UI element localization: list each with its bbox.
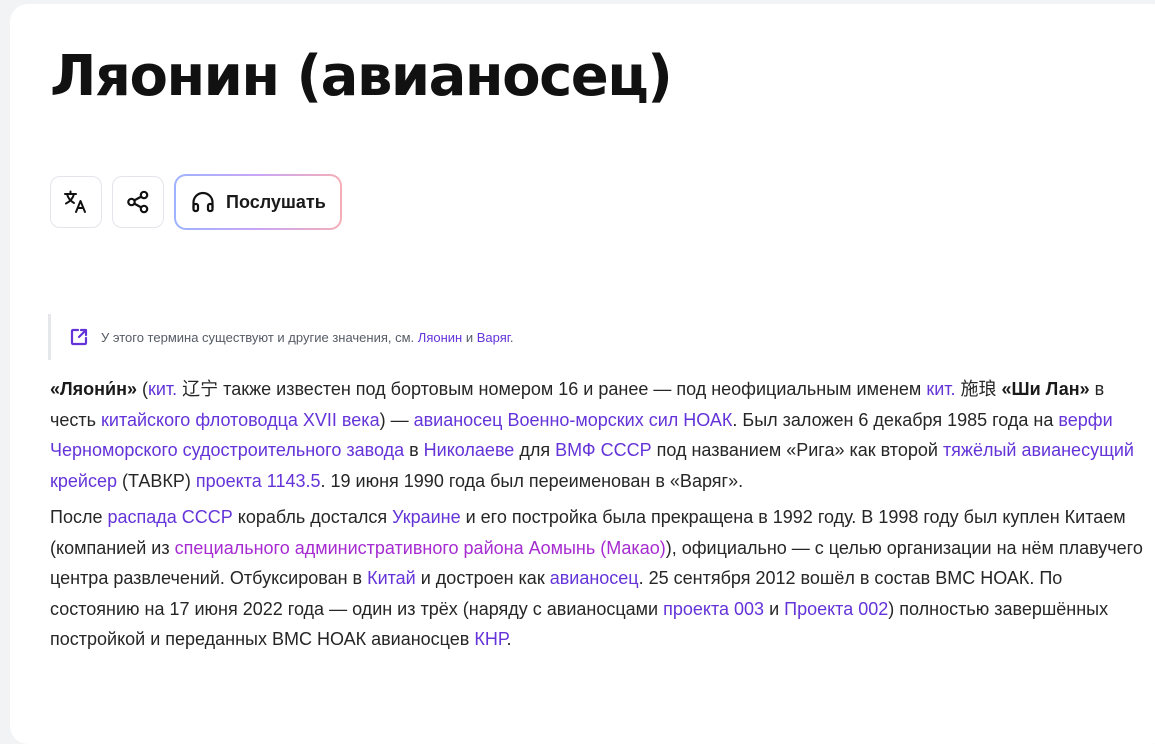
- link-ukraine[interactable]: Украине: [392, 507, 461, 527]
- listen-button[interactable]: Послушать: [176, 176, 340, 228]
- page-title: Ляонин (авианосец): [50, 44, 673, 109]
- link-carrier-plan[interactable]: авианосец Военно-морских сил НОАК: [414, 410, 733, 430]
- listen-label: Послушать: [226, 191, 326, 212]
- link-china[interactable]: Китай: [367, 568, 416, 588]
- link-prc[interactable]: КНР: [474, 629, 506, 649]
- article-body: «Ляони́н» (кит. 辽宁 также известен под бо…: [50, 374, 1150, 661]
- share-icon: [125, 189, 151, 215]
- notice-link-liaoning[interactable]: Ляонин: [418, 330, 462, 345]
- paragraph-history: После распада СССР корабль достался Укра…: [50, 507, 1143, 649]
- link-macau[interactable]: специального административного района Ао…: [175, 538, 666, 558]
- link-project-002[interactable]: Проекта 002: [784, 599, 888, 619]
- translate-button[interactable]: [50, 176, 102, 228]
- bold-name: «Ляони́н»: [50, 379, 137, 399]
- article-card: Ляонин (авианосец) Послушать У этого тер…: [10, 4, 1155, 744]
- share-button[interactable]: [112, 176, 164, 228]
- link-chinese-2[interactable]: кит.: [926, 379, 955, 399]
- listen-button-border: Послушать: [174, 174, 342, 230]
- bold-shi-lang: «Ши Лан»: [1001, 379, 1090, 399]
- paragraph-intro: «Ляони́н» (кит. 辽宁 также известен под бо…: [50, 379, 1134, 491]
- external-link-icon: [69, 327, 89, 347]
- link-nikolaev[interactable]: Николаеве: [424, 440, 515, 460]
- link-aircraft-carrier[interactable]: авианосец: [550, 568, 639, 588]
- link-project-1143-5[interactable]: проекта 1143.5: [196, 471, 321, 491]
- link-admiral[interactable]: китайского флотоводца XVII века: [101, 410, 380, 430]
- article-actions: Послушать: [50, 174, 342, 230]
- link-ussr-navy[interactable]: ВМФ СССР: [555, 440, 652, 460]
- link-chinese[interactable]: кит.: [148, 379, 177, 399]
- disambiguation-notice: У этого термина существуют и другие знач…: [48, 314, 514, 360]
- notice-link-varyag[interactable]: Варяг: [477, 330, 510, 345]
- link-project-003[interactable]: проекта 003: [663, 599, 764, 619]
- translate-icon: [63, 189, 89, 215]
- link-ussr-collapse[interactable]: распада СССР: [107, 507, 232, 527]
- notice-text: У этого термина существуют и другие знач…: [101, 329, 514, 345]
- headphones-icon: [190, 189, 216, 215]
